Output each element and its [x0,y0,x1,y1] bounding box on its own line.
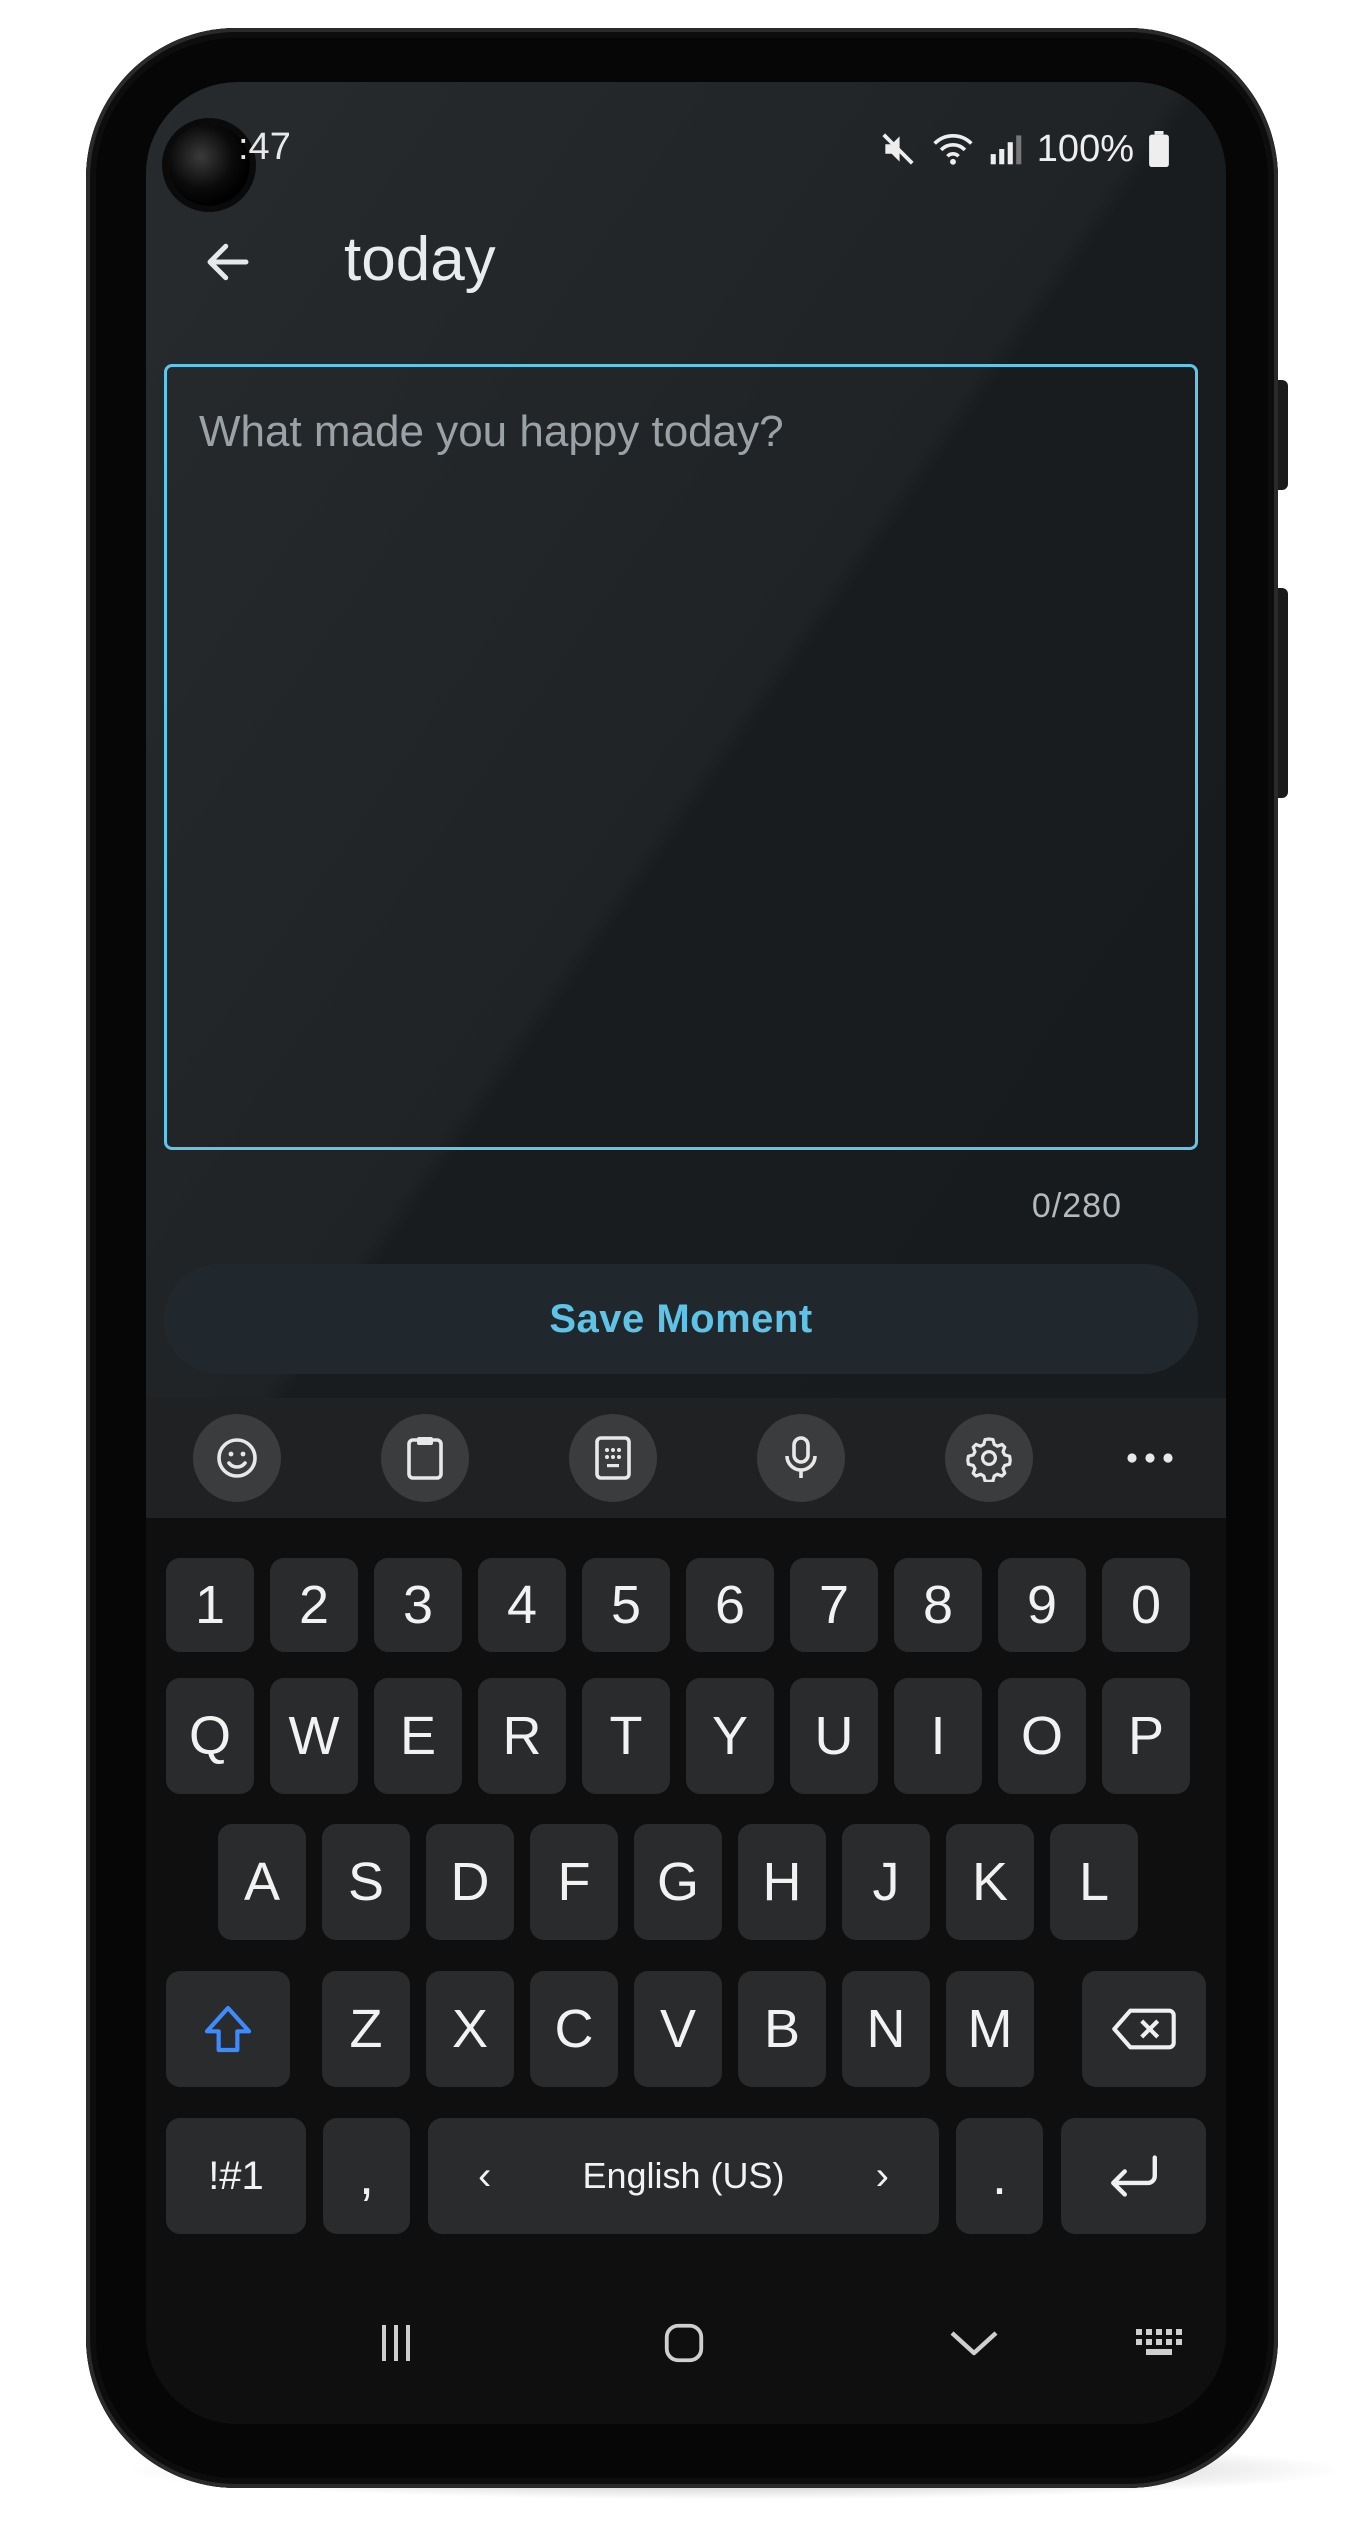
key-d[interactable]: D [426,1824,514,1940]
clipboard-icon [407,1437,443,1480]
key-a[interactable]: A [218,1824,306,1940]
text-field-placeholder: What made you happy today? [199,407,784,456]
key-y[interactable]: Y [686,1678,774,1794]
key-w[interactable]: W [270,1678,358,1794]
navigation-bar [146,2268,1226,2424]
key-r[interactable]: R [478,1678,566,1794]
moment-text-field[interactable]: What made you happy today? [164,364,1198,1150]
battery-percent: 100% [1036,127,1134,170]
keypad-icon [595,1436,631,1480]
backspace-icon [1112,2008,1176,2050]
save-moment-button[interactable]: Save Moment [164,1264,1198,1374]
key-g[interactable]: G [634,1824,722,1940]
status-icons: 100% [879,124,1170,174]
key-x[interactable]: X [426,1971,514,2087]
key-4[interactable]: 4 [478,1558,566,1652]
spacebar-key[interactable]: ‹ English (US) › [428,2118,939,2234]
status-time: :47 [238,126,291,168]
keyboard-toolbar [146,1398,1226,1518]
key-7[interactable]: 7 [790,1558,878,1652]
key-t[interactable]: T [582,1678,670,1794]
comma-key[interactable]: , [323,2118,410,2234]
shift-icon [204,2005,252,2053]
key-v[interactable]: V [634,1971,722,2087]
volume-button [1278,380,1288,490]
key-m[interactable]: M [946,1971,1034,2087]
mute-icon [882,133,914,165]
period-key[interactable]: . [956,2118,1043,2234]
key-z[interactable]: Z [322,1971,410,2087]
symbols-key[interactable]: !#1 [166,2118,306,2234]
key-h[interactable]: H [738,1824,826,1940]
settings-icon [966,1437,1012,1482]
backspace-key[interactable] [1082,1971,1206,2087]
shift-key[interactable] [166,1971,290,2087]
hide-keyboard-button[interactable] [924,2308,1024,2378]
home-icon [664,2323,704,2363]
key-j[interactable]: J [842,1824,930,1940]
recent-apps-icon [382,2325,410,2361]
key-l[interactable]: L [1050,1824,1138,1940]
emoji-icon [217,1438,257,1478]
key-9[interactable]: 9 [998,1558,1086,1652]
key-s[interactable]: S [322,1824,410,1940]
character-counter: 0/280 [1031,1187,1122,1225]
key-u[interactable]: U [790,1678,878,1794]
key-q[interactable]: Q [166,1678,254,1794]
key-n[interactable]: N [842,1971,930,2087]
arrow-left-icon [207,243,249,281]
spacebar-language-label: English (US) [582,2155,785,2196]
language-prev-arrow: ‹ [478,2153,492,2198]
key-0[interactable]: 0 [1102,1558,1190,1652]
keyboard: 1234567890 QWERTYUIOP ASDFGHJKL ZXCVBNM … [146,1518,1226,2268]
key-c[interactable]: C [530,1971,618,2087]
key-5[interactable]: 5 [582,1558,670,1652]
key-k[interactable]: K [946,1824,1034,1940]
key-p[interactable]: P [1102,1678,1190,1794]
keyboard-switch-button[interactable] [1122,2308,1202,2378]
battery-icon [1149,131,1169,167]
keypad-button[interactable] [569,1414,657,1502]
wifi-icon [933,133,973,165]
key-1[interactable]: 1 [166,1558,254,1652]
keyboard-settings-button[interactable] [945,1414,1033,1502]
key-3[interactable]: 3 [374,1558,462,1652]
key-b[interactable]: B [738,1971,826,2087]
key-f[interactable]: F [530,1824,618,1940]
clipboard-button[interactable] [381,1414,469,1502]
keyboard-icon [1136,2329,1182,2355]
more-icon [1127,1453,1173,1463]
mic-icon [785,1436,817,1478]
key-i[interactable]: I [894,1678,982,1794]
chevron-down-icon [950,2331,998,2356]
enter-key[interactable] [1061,2118,1206,2234]
signal-icon [990,135,1022,165]
language-next-arrow: › [875,2153,889,2198]
power-button [1278,588,1288,798]
voice-input-button[interactable] [757,1414,845,1502]
key-e[interactable]: E [374,1678,462,1794]
emoji-button[interactable] [193,1414,281,1502]
back-button[interactable] [188,222,268,302]
page-title: today [344,225,496,294]
home-button[interactable] [634,2308,734,2378]
key-8[interactable]: 8 [894,1558,982,1652]
key-o[interactable]: O [998,1678,1086,1794]
key-6[interactable]: 6 [686,1558,774,1652]
screen: :47 100% today What made you happy today… [146,82,1226,2424]
recent-apps-button[interactable] [346,2308,446,2378]
key-2[interactable]: 2 [270,1558,358,1652]
enter-icon [1110,2155,1157,2197]
more-options-button[interactable] [1106,1414,1194,1502]
